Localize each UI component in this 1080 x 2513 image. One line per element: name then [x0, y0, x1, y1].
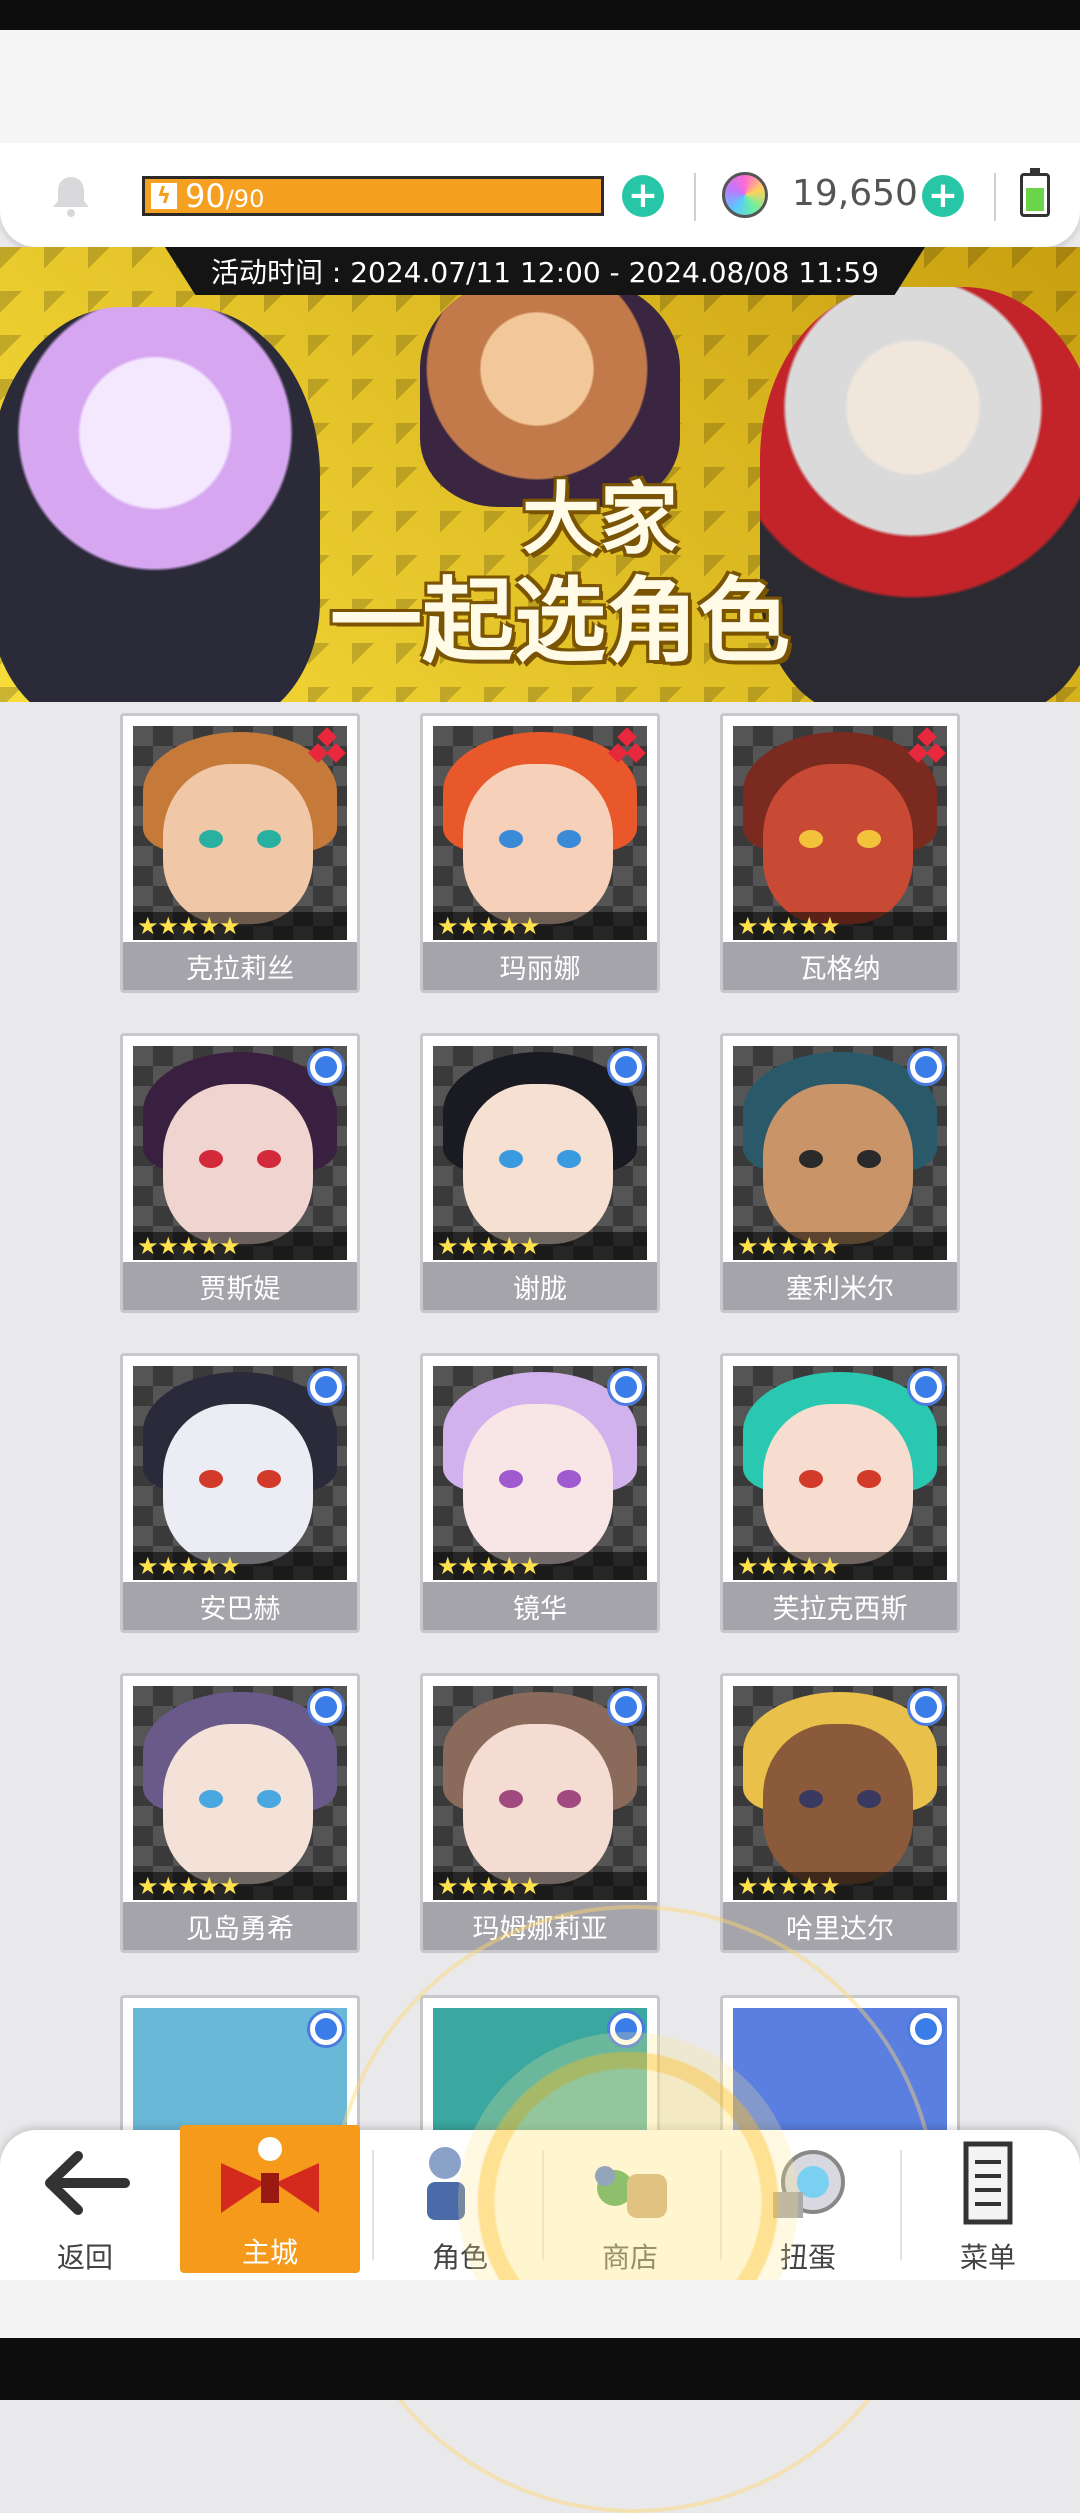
bell-icon[interactable]: [48, 173, 94, 219]
character-card[interactable]: ★★★★★ 克拉莉丝: [120, 713, 360, 993]
star-rating: ★★★★★: [433, 1232, 647, 1260]
nav-gacha[interactable]: 扭蛋: [723, 2130, 893, 2280]
red-diamond-badge-icon: [307, 727, 347, 768]
character-card[interactable]: ★★★★★ 见岛勇希: [120, 1673, 360, 1953]
blue-orb-badge-icon: [307, 1368, 345, 1406]
character-card[interactable]: ★★★★★ 玛姆娜莉亚: [420, 1673, 660, 1953]
blue-orb-badge-icon: [907, 1368, 945, 1406]
nav-label-back: 返回: [56, 2241, 113, 2274]
nav-label-character: 角色: [431, 2241, 488, 2274]
character-name: 克拉莉丝: [123, 942, 357, 990]
system-status-bar: [0, 0, 1080, 30]
character-card[interactable]: ★★★★★ 镜华: [420, 1353, 660, 1633]
castle-icon: [221, 2137, 319, 2213]
character-name: 芙拉克西斯: [723, 1582, 957, 1630]
system-nav-bar: [0, 2338, 1080, 2400]
character-card[interactable]: ★★★★★ 谢胧: [420, 1033, 660, 1313]
star-rating: ★★★★★: [133, 912, 347, 940]
character-card[interactable]: ★★★★★ 瓦格纳: [720, 713, 960, 993]
stamina-max: /90: [225, 185, 265, 213]
nav-home[interactable]: 主城: [180, 2125, 360, 2273]
battery-icon: [1020, 168, 1050, 217]
nav-divider: [720, 2150, 722, 2260]
blue-orb-badge-icon: [607, 1368, 645, 1406]
star-rating: ★★★★★: [433, 1872, 647, 1900]
star-rating: ★★★★★: [133, 1232, 347, 1260]
gacha-icon: [773, 2150, 845, 2218]
event-banner[interactable]: 活动时间 : 2024.07/11 12:00 - 2024.08/08 11:…: [0, 247, 1080, 702]
nav-label-home: 主城: [241, 2236, 298, 2269]
character-card-partial[interactable]: [720, 1995, 960, 2138]
gem-icon: [722, 172, 768, 218]
character-card[interactable]: ★★★★★ 塞利米尔: [720, 1033, 960, 1313]
banner-title-line2: 一起选角色: [329, 568, 790, 675]
nav-label-gacha: 扭蛋: [779, 2241, 836, 2274]
character-name: 玛丽娜: [423, 942, 657, 990]
character-card[interactable]: ★★★★★ 哈里达尔: [720, 1673, 960, 1953]
red-diamond-badge-icon: [607, 727, 647, 768]
gesture-bar-area: [0, 2280, 1080, 2338]
nav-character[interactable]: 角色: [375, 2130, 545, 2280]
nav-label-menu: 菜单: [959, 2241, 1016, 2274]
blue-orb-badge-icon: [907, 1688, 945, 1726]
blue-orb-badge-icon: [607, 1048, 645, 1086]
bottom-nav: 返回 主城 角色 商店 扭蛋 菜单: [0, 2125, 1080, 2280]
shop-bag-icon: [595, 2166, 667, 2218]
character-card-partial[interactable]: [120, 1995, 360, 2138]
lightning-icon: ϟ: [149, 181, 179, 211]
partial-row: [0, 1995, 1080, 2138]
character-name: 贾斯媞: [123, 1262, 357, 1310]
nav-divider: [542, 2150, 544, 2260]
add-stamina-button[interactable]: +: [622, 175, 664, 217]
character-name: 安巴赫: [123, 1582, 357, 1630]
character-card[interactable]: ★★★★★ 安巴赫: [120, 1353, 360, 1633]
character-card[interactable]: ★★★★★ 玛丽娜: [420, 713, 660, 993]
star-rating: ★★★★★: [733, 1552, 947, 1580]
character-name: 瓦格纳: [723, 942, 957, 990]
character-name: 谢胧: [423, 1262, 657, 1310]
character-icon: [427, 2147, 465, 2220]
star-rating: ★★★★★: [733, 1872, 947, 1900]
add-gems-button[interactable]: +: [922, 175, 964, 217]
divider: [994, 173, 996, 221]
character-name: 塞利米尔: [723, 1262, 957, 1310]
blue-orb-badge-icon: [307, 1048, 345, 1086]
gem-count: 19,650: [792, 173, 918, 214]
resource-bar: ϟ 90 /90 + 19,650 +: [0, 143, 1080, 247]
nav-shop[interactable]: 商店: [545, 2130, 715, 2280]
star-rating: ★★★★★: [733, 1232, 947, 1260]
event-time: 活动时间 : 2024.07/11 12:00 - 2024.08/08 11:…: [165, 247, 925, 295]
star-rating: ★★★★★: [133, 1552, 347, 1580]
stamina-bar: ϟ 90 /90: [142, 176, 604, 216]
character-card-partial[interactable]: [420, 1995, 660, 2138]
back-arrow-icon: [45, 2151, 130, 2215]
character-card[interactable]: ★★★★★ 芙拉克西斯: [720, 1353, 960, 1633]
character-name: 镜华: [423, 1582, 657, 1630]
blue-orb-badge-icon: [307, 1688, 345, 1726]
nav-divider: [900, 2150, 902, 2260]
star-rating: ★★★★★: [733, 912, 947, 940]
star-rating: ★★★★★: [133, 1872, 347, 1900]
stamina-current: 90: [185, 177, 226, 215]
character-name: 见岛勇希: [123, 1902, 357, 1950]
blue-orb-badge-icon: [607, 1688, 645, 1726]
character-card[interactable]: ★★★★★ 贾斯媞: [120, 1033, 360, 1313]
character-name: 玛姆娜莉亚: [423, 1902, 657, 1950]
divider: [694, 173, 696, 221]
red-diamond-badge-icon: [907, 727, 947, 768]
nav-menu[interactable]: 菜单: [903, 2130, 1073, 2280]
star-rating: ★★★★★: [433, 912, 647, 940]
nav-divider: [372, 2150, 374, 2260]
menu-list-icon: [963, 2141, 1013, 2225]
top-spacer: [0, 30, 1080, 150]
star-rating: ★★★★★: [433, 1552, 647, 1580]
character-name: 哈里达尔: [723, 1902, 957, 1950]
nav-label-shop: 商店: [601, 2241, 658, 2274]
nav-back[interactable]: 返回: [0, 2130, 170, 2280]
blue-orb-badge-icon: [907, 1048, 945, 1086]
